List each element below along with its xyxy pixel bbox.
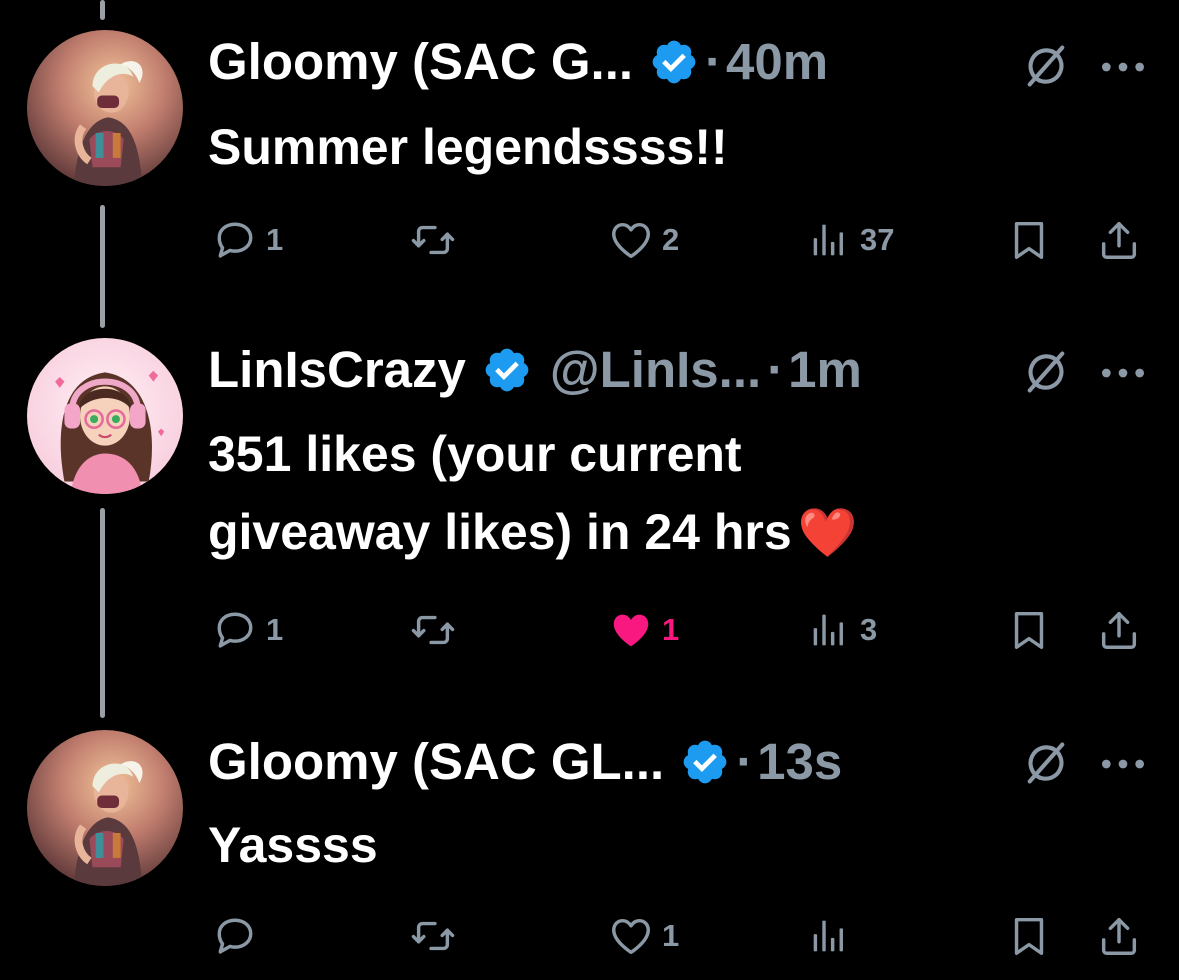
tweet-text-line: giveaway likes) in 24 hrs ❤️: [208, 493, 1108, 573]
timestamp[interactable]: 1m: [788, 338, 862, 402]
tweet-actions: 1: [0, 906, 1179, 966]
views-button[interactable]: 3: [806, 600, 877, 660]
verified-badge-icon[interactable]: [482, 345, 532, 395]
red-heart-emoji: ❤️: [797, 507, 858, 560]
like-count: 1: [662, 918, 680, 953]
grok-icon[interactable]: [1020, 737, 1072, 789]
repost-button[interactable]: [410, 906, 456, 966]
tweet-actions: 1 1 3: [0, 600, 1179, 660]
views-icon: [806, 607, 852, 653]
separator-dot: ·: [705, 33, 723, 90]
share-button[interactable]: [1096, 906, 1142, 966]
grok-icon[interactable]: [1020, 40, 1072, 92]
views-button[interactable]: 37: [806, 210, 894, 270]
reply-button[interactable]: [212, 906, 266, 966]
repost-icon: [410, 913, 456, 959]
separator-dot: ·: [767, 341, 785, 398]
tweet-actions: 1 2 37: [0, 210, 1179, 270]
author-handle[interactable]: @LinIs...: [550, 338, 761, 402]
verified-badge-icon[interactable]: [680, 737, 730, 787]
bookmark-button[interactable]: [1006, 906, 1052, 966]
like-button[interactable]: 2: [608, 210, 679, 270]
share-button[interactable]: [1096, 600, 1142, 660]
like-button[interactable]: 1: [608, 600, 679, 660]
reply-icon: [212, 913, 258, 959]
like-count: 2: [662, 222, 680, 257]
views-icon: [806, 217, 852, 263]
heart-icon: [608, 217, 654, 263]
share-icon: [1096, 607, 1142, 653]
views-button[interactable]: [806, 906, 860, 966]
more-icon[interactable]: [1098, 363, 1148, 383]
reply-icon: [212, 607, 258, 653]
bookmark-button[interactable]: [1006, 210, 1052, 270]
heart-icon: [608, 913, 654, 959]
repost-icon: [410, 217, 456, 263]
timestamp[interactable]: 40m: [726, 30, 828, 94]
view-count: 37: [860, 222, 895, 257]
tweet-text-fragment: giveaway likes) in 24 hrs: [208, 504, 792, 560]
reply-count: 1: [266, 612, 284, 647]
bookmark-icon: [1006, 607, 1052, 653]
gloomy-avatar-image: [27, 730, 183, 886]
share-icon: [1096, 913, 1142, 959]
author-name[interactable]: LinIsCrazy: [208, 338, 466, 402]
tweet-header: LinIsCrazy @LinIs... · 1m: [208, 338, 862, 402]
thread-connector-line: [100, 0, 105, 20]
view-count: 3: [860, 612, 878, 647]
like-button[interactable]: 1: [608, 906, 679, 966]
views-icon: [806, 913, 852, 959]
repost-button[interactable]: [410, 600, 456, 660]
bookmark-icon: [1006, 913, 1052, 959]
avatar[interactable]: [27, 338, 183, 494]
repost-icon: [410, 607, 456, 653]
avatar[interactable]: [27, 30, 183, 186]
gloomy-avatar-image: [27, 30, 183, 186]
conversation-thread: Gloomy (SAC G... · 40m Summer legendssss…: [0, 0, 1179, 980]
timestamp[interactable]: 13s: [757, 730, 842, 794]
heart-filled-icon: [608, 607, 654, 653]
share-icon: [1096, 217, 1142, 263]
author-name[interactable]: Gloomy (SAC GL...: [208, 730, 664, 794]
reply-icon: [212, 217, 258, 263]
verified-badge-icon[interactable]: [649, 37, 699, 87]
like-count: 1: [662, 612, 680, 647]
author-name[interactable]: Gloomy (SAC G...: [208, 30, 633, 94]
share-button[interactable]: [1096, 210, 1142, 270]
tweet-text-line: 351 likes (your current: [208, 426, 742, 482]
reply-count: 1: [266, 222, 284, 257]
tweet-header: Gloomy (SAC GL... · 13s: [208, 730, 842, 794]
avatar[interactable]: [27, 730, 183, 886]
grok-icon[interactable]: [1020, 346, 1072, 398]
reply-button[interactable]: 1: [212, 600, 283, 660]
separator-dot: ·: [736, 733, 754, 790]
bookmark-button[interactable]: [1006, 600, 1052, 660]
repost-button[interactable]: [410, 210, 456, 270]
more-icon[interactable]: [1098, 57, 1148, 77]
more-icon[interactable]: [1098, 754, 1148, 774]
liniscrazy-avatar-image: [27, 338, 183, 494]
tweet-text: Summer legendssss!!: [208, 119, 728, 175]
bookmark-icon: [1006, 217, 1052, 263]
reply-button[interactable]: 1: [212, 210, 283, 270]
tweet-text: 351 likes (your current giveaway likes) …: [208, 415, 1108, 573]
tweet-header: Gloomy (SAC G... · 40m: [208, 30, 828, 94]
tweet-text: Yassss: [208, 817, 378, 873]
